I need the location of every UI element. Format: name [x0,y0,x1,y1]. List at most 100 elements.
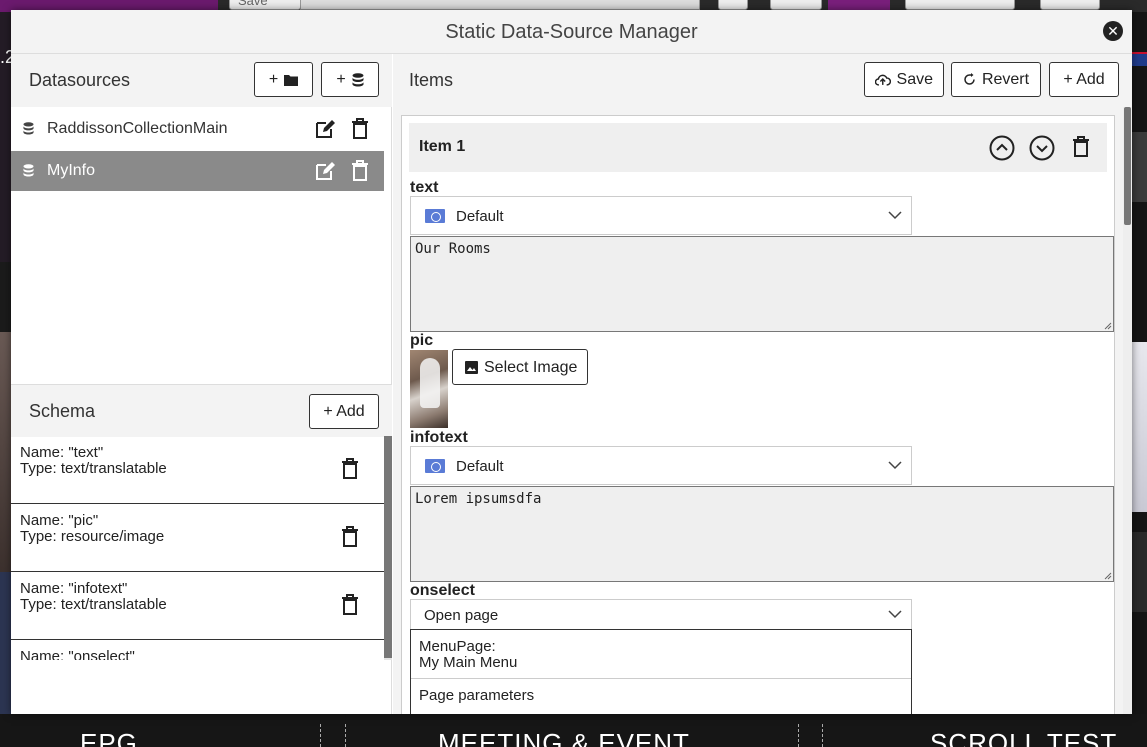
add-schema-field-button[interactable]: + Add [309,394,379,429]
items-scrollbar[interactable] [1123,107,1132,714]
items-list: Item 1 text Default Our Rooms pic Select… [393,107,1132,714]
datasource-item[interactable]: RaddissonCollectionMain [11,109,384,149]
schema-field-type: Type: text/translatable [20,460,167,477]
schema-field-name: Name: "pic" [20,512,99,529]
background-menu-meeting[interactable]: MEETING & EVENT [438,728,690,747]
schema-field-item[interactable]: Name: "infotext" Type: text/translatable [11,572,384,640]
schema-field-type: Type: text/translatable [20,596,167,613]
add-folder-button[interactable]: + [254,62,313,97]
move-down-icon[interactable] [1029,135,1055,161]
database-icon [352,72,364,86]
datasource-item-selected[interactable]: MyInfo [11,151,384,191]
pic-thumbnail [410,350,448,428]
background-menu-scroll-test[interactable]: SCROLL TEST [930,728,1117,747]
datasources-title: Datasources [29,70,131,90]
add-folder-label: + [268,70,279,88]
select-image-label: Select Image [484,359,578,376]
schema-title: Schema [29,401,96,421]
schema-scrollbar-thumb[interactable] [384,436,392,658]
globe-flag-icon [425,209,445,223]
trash-icon[interactable] [351,160,369,182]
close-icon[interactable]: ✕ [1103,21,1123,41]
dialog-header: Static Data-Source Manager ✕ [11,10,1132,54]
trash-icon[interactable] [341,526,359,548]
action-parameters-box: MenuPage: My Main Menu Page parameters [410,629,912,714]
globe-flag-icon [425,459,445,473]
item-title: Item 1 [419,138,466,155]
text-language-value: Default [456,208,504,225]
trash-icon[interactable] [1072,135,1090,159]
move-up-icon[interactable] [989,135,1015,161]
background-divider [345,724,346,747]
background-toolbar-button[interactable] [905,0,1015,10]
trash-icon[interactable] [351,118,369,140]
add-datasource-label: + [336,70,346,88]
page-parameters-label: Page parameters [419,687,535,704]
menupage-value[interactable]: My Main Menu [419,654,517,671]
field-label-text: text [410,179,439,196]
field-label-infotext: infotext [410,429,468,446]
datasource-name: RaddissonCollectionMain [47,120,228,137]
schema-header: Schema + Add [11,384,392,437]
select-image-button[interactable]: Select Image [452,349,588,385]
background-toolbar-field [300,0,700,10]
datasource-manager-dialog: Static Data-Source Manager ✕ Datasources… [11,10,1132,714]
add-datasource-button[interactable]: + [321,62,379,97]
image-icon [465,361,478,374]
revert-icon [964,73,975,85]
resize-grip-icon[interactable] [1104,572,1112,580]
onselect-action-select[interactable]: Open page [410,599,912,630]
add-item-button[interactable]: + Add [1049,62,1119,97]
schema-scrollbar[interactable] [384,436,392,660]
chevron-down-icon [888,461,902,470]
background-right-block-2 [1131,532,1147,612]
schema-field-name: Name: "onselect" [20,648,135,660]
background-save-button[interactable]: Save [229,0,301,10]
save-button[interactable]: Save [864,62,944,97]
text-textarea[interactable]: Our Rooms [410,236,1114,332]
schema-field-item[interactable]: Name: "text" Type: text/translatable [11,436,384,504]
infotext-language-value: Default [456,458,504,475]
add-schema-label: + Add [323,402,365,420]
background-layers-icon[interactable] [770,0,822,10]
revert-button[interactable]: Revert [951,62,1041,97]
background-divider [798,724,799,747]
onselect-value: Open page [424,607,499,624]
trash-icon[interactable] [341,594,359,616]
divider [411,678,911,679]
infotext-value: Lorem ipsumsdfa [415,491,542,507]
resize-grip-icon[interactable] [1104,322,1112,330]
text-language-select[interactable]: Default [410,196,912,235]
item-card: Item 1 text Default Our Rooms pic Select… [401,115,1115,714]
chevron-down-icon [888,610,902,619]
field-label-pic: pic [410,332,434,349]
schema-field-name: Name: "infotext" [20,580,128,597]
background-refresh-icon[interactable] [1040,0,1100,10]
infotext-language-select[interactable]: Default [410,446,912,485]
background-divider [822,724,823,747]
datasource-name: MyInfo [47,162,96,179]
background-menu-bar: EPG MEETING & EVENT SCROLL TEST [0,714,1147,747]
background-right-block [1131,132,1147,202]
items-pane: Items Save Revert + Add Item 1 text Defa… [393,54,1132,714]
background-right-image [1131,342,1147,512]
uk-flag-icon[interactable] [1131,52,1147,66]
items-header: Items Save Revert + Add [393,54,1132,107]
revert-label: Revert [981,70,1030,88]
add-item-label: + Add [1063,70,1105,88]
text-value: Our Rooms [415,241,491,257]
schema-field-type: Type: resource/image [20,528,165,545]
background-menu-epg[interactable]: EPG [80,728,138,747]
schema-field-item[interactable]: Name: "pic" Type: resource/image [11,504,384,572]
trash-icon[interactable] [341,458,359,480]
background-grid-icon[interactable] [718,0,748,10]
infotext-textarea[interactable]: Lorem ipsumsdfa [410,486,1114,582]
items-title: Items [409,70,454,90]
schema-field-item[interactable]: Name: "onselect" Type: action [11,640,384,660]
edit-icon[interactable] [314,118,336,140]
left-pane: Datasources + + RaddissonCollectionMain … [11,54,392,714]
edit-icon[interactable] [314,160,336,182]
save-label: Save [896,70,933,88]
items-scrollbar-thumb[interactable] [1124,107,1131,225]
background-right-canvas [1131,12,1147,747]
